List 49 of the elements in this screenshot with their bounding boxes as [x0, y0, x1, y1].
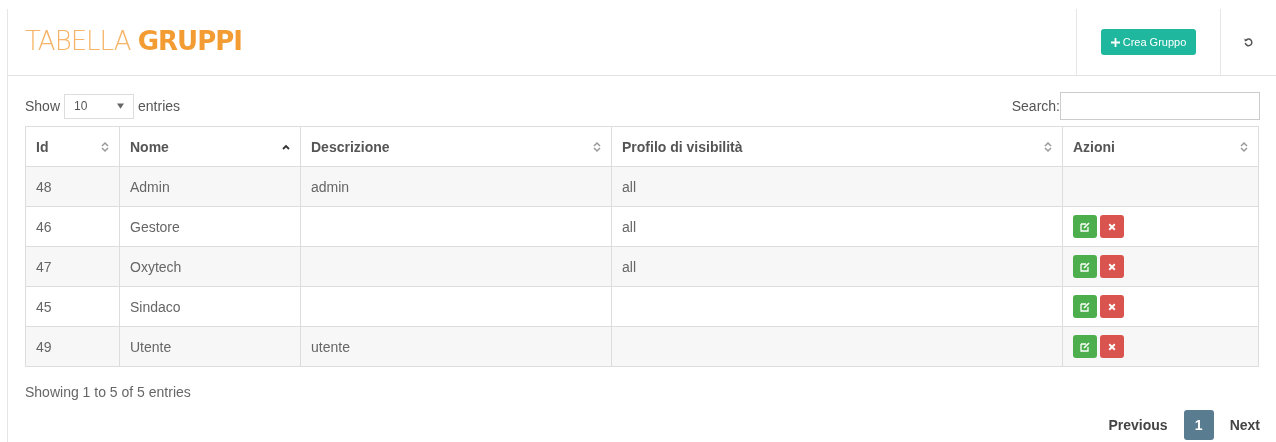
search-field[interactable]	[1060, 92, 1260, 120]
delete-button[interactable]	[1100, 215, 1124, 238]
search-label: Search:	[1011, 98, 1060, 114]
close-icon	[1108, 222, 1116, 231]
page-button[interactable]: 1	[1183, 410, 1214, 440]
table-cell: 49	[36, 338, 52, 355]
edit-icon	[1080, 221, 1090, 232]
table-cell: all	[622, 258, 636, 275]
table-cell: Oxytech	[130, 258, 182, 275]
table-cell: utente	[311, 338, 350, 355]
page-title: TABELLA GRUPPI	[24, 25, 243, 58]
delete-button[interactable]	[1100, 295, 1124, 318]
edit-icon	[1080, 301, 1090, 312]
table-cell: admin	[311, 178, 350, 195]
dropdown-arrow-icon	[117, 103, 125, 109]
entries-info: Showing 1 to 5 of 5 entries	[25, 384, 192, 400]
edit-icon	[1080, 341, 1090, 352]
table-cell: 46	[36, 218, 52, 235]
edit-button[interactable]	[1073, 295, 1097, 318]
close-icon	[1108, 342, 1116, 351]
table-cell: 47	[36, 258, 52, 275]
table-cell: 45	[36, 298, 52, 315]
edit-button[interactable]	[1073, 255, 1097, 278]
table-cell: Admin	[130, 178, 170, 195]
table-cell: Gestore	[130, 218, 180, 235]
entries-label: entries	[138, 98, 181, 114]
close-icon	[1108, 302, 1116, 311]
refresh-icon[interactable]	[1243, 36, 1254, 48]
column-header[interactable]: Descrizione	[300, 126, 612, 167]
delete-button[interactable]	[1100, 255, 1124, 278]
edit-icon	[1080, 261, 1090, 272]
table-cell: Sindaco	[130, 298, 181, 315]
close-icon	[1108, 262, 1116, 271]
table-cell: all	[622, 218, 636, 235]
table-cell: 48	[36, 178, 52, 195]
next-link[interactable]: Next	[1229, 417, 1260, 433]
delete-button[interactable]	[1100, 335, 1124, 358]
edit-button[interactable]	[1073, 215, 1097, 238]
plus-icon	[1110, 37, 1120, 47]
previous-link[interactable]: Previous	[1108, 417, 1168, 433]
column-header[interactable]: Id	[25, 126, 120, 167]
table-cell: Utente	[130, 338, 172, 355]
edit-button[interactable]	[1073, 335, 1097, 358]
entries-select[interactable]: 10	[64, 93, 135, 119]
column-header[interactable]: Azioni	[1062, 126, 1259, 167]
show-label: Show	[25, 98, 61, 114]
table-cell: all	[622, 178, 636, 195]
column-header[interactable]: Profilo di visibilità	[611, 126, 1063, 167]
column-header[interactable]: Nome	[119, 126, 301, 167]
